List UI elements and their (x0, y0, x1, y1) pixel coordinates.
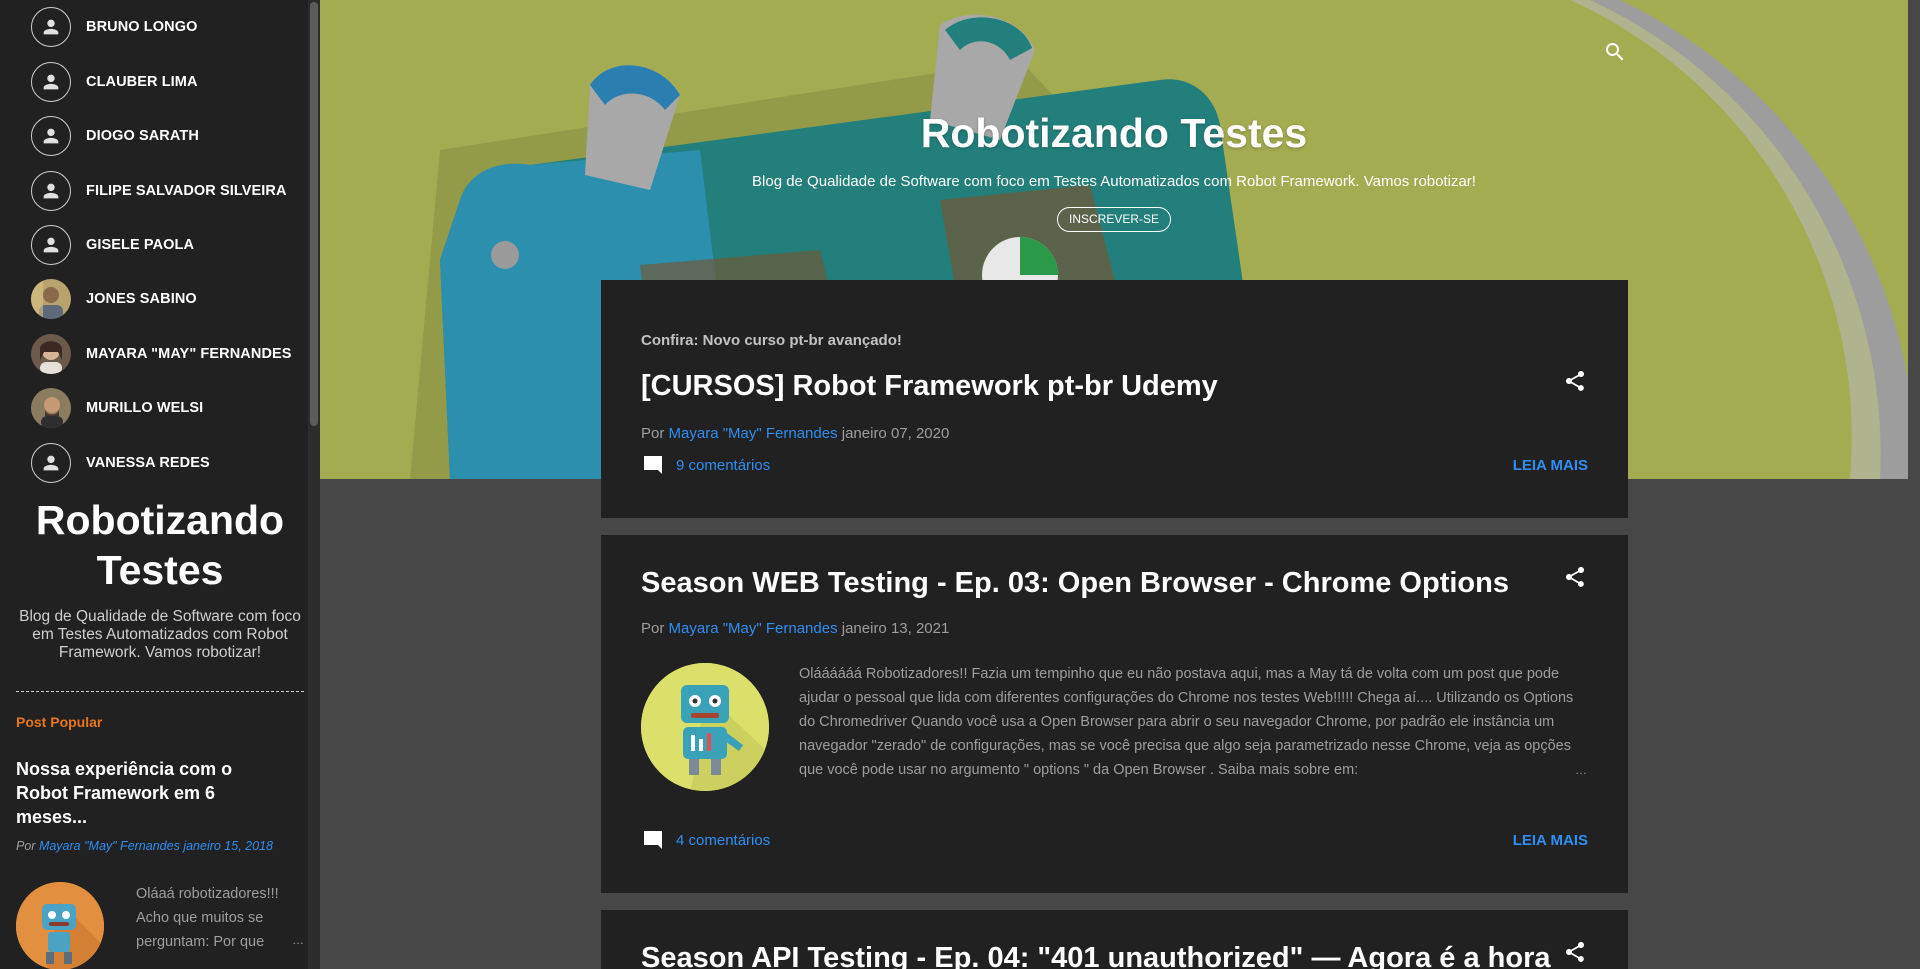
author-name: DIOGO SARATH (86, 128, 199, 144)
author-item-jones-sabino[interactable]: JONES SABINO (31, 279, 301, 319)
author-photo-avatar (31, 334, 71, 374)
author-name: MAYARA "MAY" FERNANDES (86, 346, 292, 362)
comment-icon (644, 456, 662, 474)
share-icon[interactable] (1563, 565, 1587, 589)
comments-link[interactable]: 4 comentários (641, 827, 770, 853)
read-more-link[interactable]: LEIA MAIS (1513, 457, 1588, 474)
sidebar-blog-title[interactable]: Robotizando Testes (0, 495, 320, 595)
default-avatar-icon (31, 116, 71, 156)
popular-post-date-link[interactable]: janeiro 15, 2018 (183, 839, 273, 853)
comments-link[interactable]: 9 comentários (641, 452, 770, 478)
author-item-diogo-sarath[interactable]: DIOGO SARATH (31, 116, 301, 156)
sidebar-scrollbar[interactable] (308, 0, 320, 969)
post-author-link[interactable]: Mayara "May" Fernandes (669, 425, 838, 442)
author-item-bruno-longo[interactable]: BRUNO LONGO (31, 7, 301, 47)
default-avatar-icon (31, 7, 71, 47)
author-name: CLAUBER LIMA (86, 74, 198, 90)
popular-post-label: Post Popular (16, 714, 103, 730)
author-item-mayara-fernandes[interactable]: MAYARA "MAY" FERNANDES (31, 334, 301, 374)
post-label: Confira: Novo curso pt-br avançado! (641, 332, 902, 349)
post-author-link[interactable]: Mayara "May" Fernandes (669, 620, 838, 637)
post-by: Por (641, 620, 665, 637)
author-item-vanessa-redes[interactable]: VANESSA REDES (31, 443, 301, 483)
post-thumbnail[interactable] (641, 663, 769, 791)
post-title[interactable]: [CURSOS] Robot Framework pt-br Udemy (641, 368, 1218, 404)
popular-post-thumbnail[interactable] (16, 882, 104, 969)
comments-count[interactable]: 4 comentários (676, 832, 770, 849)
sidebar-scrollbar-thumb[interactable] (310, 2, 318, 426)
sidebar-divider (16, 691, 304, 692)
author-name: FILIPE SALVADOR SILVEIRA (86, 183, 287, 199)
post-title[interactable]: Season WEB Testing - Ep. 03: Open Browse… (641, 565, 1509, 601)
default-avatar-icon (31, 443, 71, 483)
popular-post-meta: Por Mayara "May" Fernandes janeiro 15, 2… (16, 839, 273, 853)
author-name: JONES SABINO (86, 291, 197, 307)
author-name: BRUNO LONGO (86, 19, 198, 35)
post-meta: Por Mayara "May" Fernandes janeiro 13, 2… (641, 620, 949, 637)
share-icon[interactable] (1563, 940, 1587, 964)
author-name: GISELE PAOLA (86, 237, 195, 253)
author-name: MURILLO WELSI (86, 400, 204, 416)
post-card: Season API Testing - Ep. 04: "401 unauth… (601, 910, 1628, 969)
sidebar: BRUNO LONGO CLAUBER LIMA DIOGO SARATH FI… (0, 0, 320, 969)
post-more-ellipsis[interactable]: … (1575, 763, 1587, 777)
popular-post-more-ellipsis[interactable]: … (292, 933, 304, 947)
share-icon[interactable] (1563, 369, 1587, 393)
post-by: Por (641, 425, 665, 442)
popular-post-snippet: Oláaá robotizadores!!! Acho que muitos s… (136, 886, 279, 950)
popular-post-author-link[interactable]: Mayara "May" Fernandes (39, 839, 180, 853)
post-date[interactable]: janeiro 13, 2021 (842, 620, 950, 637)
header-blog-title[interactable]: Robotizando Testes (320, 108, 1908, 158)
default-avatar-icon (31, 62, 71, 102)
search-icon[interactable] (1603, 40, 1627, 64)
author-photo-avatar (31, 388, 71, 428)
post-meta: Por Mayara "May" Fernandes janeiro 07, 2… (641, 425, 949, 442)
read-more-link[interactable]: LEIA MAIS (1513, 832, 1588, 849)
author-item-clauber-lima[interactable]: CLAUBER LIMA (31, 62, 301, 102)
author-list: BRUNO LONGO CLAUBER LIMA DIOGO SARATH FI… (0, 0, 308, 483)
subscribe-button[interactable]: INSCREVER-SE (1057, 207, 1171, 232)
comments-count[interactable]: 9 comentários (676, 457, 770, 474)
default-avatar-icon (31, 171, 71, 211)
page-scrollbar[interactable] (1908, 0, 1920, 969)
author-item-filipe-salvador-silveira[interactable]: FILIPE SALVADOR SILVEIRA (31, 171, 301, 211)
default-avatar-icon (31, 225, 71, 265)
comment-icon (644, 831, 662, 849)
post-date[interactable]: janeiro 07, 2020 (842, 425, 950, 442)
author-item-gisele-paola[interactable]: GISELE PAOLA (31, 225, 301, 265)
author-name: VANESSA REDES (86, 455, 210, 471)
author-photo-avatar (31, 279, 71, 319)
post-snippet: Oláááááá Robotizadores!! Fazia um tempin… (799, 666, 1574, 778)
popular-post-title[interactable]: Nossa experiência com o Robot Framework … (16, 757, 246, 829)
post-title[interactable]: Season API Testing - Ep. 04: "401 unauth… (641, 940, 1551, 969)
popular-post-by: Por (16, 839, 36, 853)
author-item-murillo-welsi[interactable]: MURILLO WELSI (31, 388, 301, 428)
sidebar-blog-description: Blog de Qualidade de Software com foco e… (19, 608, 301, 661)
post-card: Season WEB Testing - Ep. 03: Open Browse… (601, 535, 1628, 893)
header-blog-description: Blog de Qualidade de Software com foco e… (752, 173, 1476, 190)
post-card: Confira: Novo curso pt-br avançado! [CUR… (601, 280, 1628, 518)
